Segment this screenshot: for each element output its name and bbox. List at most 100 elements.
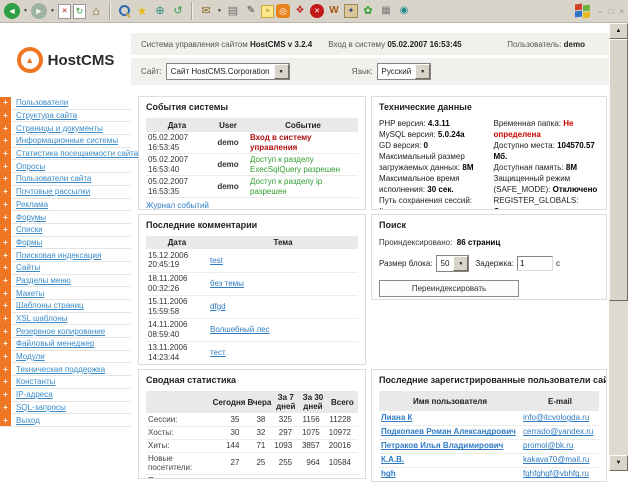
- plus-icon[interactable]: +: [0, 376, 11, 389]
- favorites-icon[interactable]: ★: [134, 3, 150, 19]
- user-email-link[interactable]: cerrado@yandex.ru: [523, 427, 593, 436]
- plus-icon[interactable]: +: [0, 338, 11, 351]
- plus-icon[interactable]: +: [0, 388, 11, 401]
- sidebar-item-layouts[interactable]: + Макеты: [0, 287, 131, 300]
- sidebar-item-label[interactable]: Макеты: [16, 289, 44, 298]
- plus-icon[interactable]: +: [0, 160, 11, 173]
- sidebar-item-label[interactable]: Почтовые рассылки: [16, 187, 90, 196]
- back-icon[interactable]: ◄: [4, 3, 20, 19]
- home-icon[interactable]: ⌂: [88, 3, 104, 19]
- plus-icon[interactable]: +: [0, 236, 11, 249]
- sidebar-item-sites[interactable]: + Сайты: [0, 262, 131, 275]
- user-name-link[interactable]: Петраков Илья Владимирович: [381, 441, 503, 450]
- chevron-down-icon[interactable]: ▼: [415, 64, 430, 79]
- user-name-link[interactable]: Подкопаев Роман Александрович: [381, 427, 516, 436]
- sidebar-item-advertising[interactable]: +Реклама: [0, 199, 131, 212]
- sidebar-item-label[interactable]: Пользователи сайта: [16, 174, 91, 183]
- sidebar-item-label[interactable]: IP-адреса: [16, 390, 53, 399]
- plus-icon[interactable]: +: [0, 363, 11, 376]
- sidebar-item-modules[interactable]: + Модули: [0, 351, 131, 364]
- media-icon[interactable]: ⊕: [152, 3, 168, 19]
- plus-icon[interactable]: +: [0, 211, 11, 224]
- sidebar-item-label[interactable]: Модули: [16, 352, 45, 361]
- sidebar-item-ip-addresses[interactable]: + IP-адреса: [0, 389, 131, 402]
- sidebar-item-label[interactable]: SQL-запросы: [16, 403, 66, 412]
- sidebar-item-search-indexing[interactable]: +Поисковая индексация: [0, 249, 131, 262]
- sidebar-item-constants[interactable]: + Константы: [0, 376, 131, 389]
- plus-icon[interactable]: +: [0, 122, 11, 135]
- edit-icon[interactable]: ✎: [243, 3, 259, 19]
- plus-icon[interactable]: +: [0, 185, 11, 198]
- plus-icon[interactable]: +: [0, 97, 11, 110]
- plus-icon[interactable]: +: [0, 261, 11, 274]
- chevron-down-icon[interactable]: ▼: [274, 64, 289, 79]
- comment-topic-link[interactable]: без темы: [210, 279, 244, 288]
- sidebar-item-label[interactable]: Разделы меню: [16, 276, 71, 285]
- sidebar-item-sql-queries[interactable]: +SQL-запросы: [0, 402, 131, 415]
- sidebar-item-forums[interactable]: +Форумы: [0, 211, 131, 224]
- sidebar-item-label[interactable]: Пользователи: [16, 98, 68, 107]
- plus-icon[interactable]: +: [0, 173, 11, 186]
- sidebar-item-logout[interactable]: + Выход: [0, 414, 131, 427]
- sidebar-item-site-users[interactable]: + Пользователи сайта: [0, 173, 131, 186]
- minimize-button[interactable]: –: [598, 7, 602, 16]
- find-files-icon[interactable]: ✦: [344, 4, 358, 18]
- chevron-down-icon[interactable]: ▼: [453, 256, 468, 271]
- plus-icon[interactable]: +: [0, 287, 11, 300]
- reindex-button[interactable]: Переиндексировать: [379, 280, 519, 297]
- sidebar-item-users[interactable]: + Пользователи: [0, 97, 131, 110]
- sidebar-item-label[interactable]: Выход: [16, 416, 40, 425]
- sidebar-item-xsl-templates[interactable]: +XSL шаблоны: [0, 313, 131, 326]
- sidebar-item-tech-support[interactable]: + Техническая поддержка: [0, 363, 131, 376]
- sidebar-item-backup[interactable]: +Резервное копирование: [0, 325, 131, 338]
- user-email-link[interactable]: kakava70@mail.ru: [523, 455, 589, 464]
- sidebar-item-label[interactable]: Файловый менеджер: [16, 339, 94, 348]
- plus-icon[interactable]: +: [0, 414, 11, 427]
- restore-button[interactable]: □: [608, 7, 613, 16]
- history-icon[interactable]: ↺: [170, 3, 186, 19]
- media-film-icon[interactable]: ▦: [378, 3, 394, 19]
- sidebar-item-label[interactable]: Техническая поддержка: [16, 365, 105, 374]
- sidebar-item-label[interactable]: Страницы и документы: [16, 124, 103, 133]
- sidebar-item-label[interactable]: Сайты: [16, 263, 40, 272]
- plus-icon[interactable]: +: [0, 223, 11, 236]
- sidebar-item-label[interactable]: Информационные системы: [16, 136, 118, 145]
- sidebar-item-label[interactable]: Списки: [16, 225, 43, 234]
- comment-topic-link[interactable]: Волшебный лес: [210, 325, 270, 334]
- sidebar-item-label[interactable]: XSL шаблоны: [16, 314, 68, 323]
- sidebar-item-information-systems[interactable]: + Информационные системы: [0, 135, 131, 148]
- print-icon[interactable]: ▤: [225, 3, 241, 19]
- comment-topic-link[interactable]: dfgd: [210, 302, 226, 311]
- sidebar-item-label[interactable]: Статистика посещаемости сайта: [16, 149, 138, 158]
- sidebar-item-pages-documents[interactable]: + Страницы и документы: [0, 122, 131, 135]
- vertical-scrollbar[interactable]: ▲ ▼: [609, 23, 628, 471]
- sidebar-item-label[interactable]: Константы: [16, 377, 55, 386]
- back-caret-icon[interactable]: ▼: [22, 3, 29, 19]
- plus-icon[interactable]: +: [0, 135, 11, 148]
- event-log-link[interactable]: Журнал событий: [139, 198, 365, 210]
- messenger-orange-icon[interactable]: ◎: [276, 4, 290, 18]
- language-select[interactable]: Русский ▼: [377, 63, 432, 80]
- sidebar-item-lists[interactable]: + Списки: [0, 224, 131, 237]
- sidebar-item-polls[interactable]: + Опросы: [0, 160, 131, 173]
- sidebar-item-menu-sections[interactable]: +Разделы меню: [0, 275, 131, 288]
- sidebar-item-label[interactable]: Поисковая индексация: [16, 251, 101, 260]
- mail-icon[interactable]: ✉: [198, 3, 214, 19]
- search-icon[interactable]: [116, 3, 132, 19]
- plus-icon[interactable]: +: [0, 300, 11, 313]
- sidebar-item-label[interactable]: Опросы: [16, 162, 45, 171]
- scroll-down-button[interactable]: ▼: [609, 455, 628, 471]
- user-name-link[interactable]: Лиана К: [381, 413, 412, 422]
- user-name-link[interactable]: К.А.В.: [381, 455, 404, 464]
- sidebar-item-page-templates[interactable]: +Шаблоны страниц: [0, 300, 131, 313]
- plus-icon[interactable]: +: [0, 109, 11, 122]
- icq-flower-icon[interactable]: ✿: [360, 3, 376, 19]
- close-button[interactable]: ×: [619, 7, 624, 16]
- sidebar-item-site-statistics[interactable]: +Статистика посещаемости сайта: [0, 148, 131, 161]
- comment-topic-link[interactable]: тест: [210, 348, 226, 357]
- sidebar-item-file-manager[interactable]: + Файловый менеджер: [0, 338, 131, 351]
- forward-icon[interactable]: ►: [31, 3, 47, 19]
- comment-topic-link[interactable]: test: [210, 256, 223, 265]
- scrollbar-thumb[interactable]: [609, 39, 628, 301]
- plus-icon[interactable]: +: [0, 350, 11, 363]
